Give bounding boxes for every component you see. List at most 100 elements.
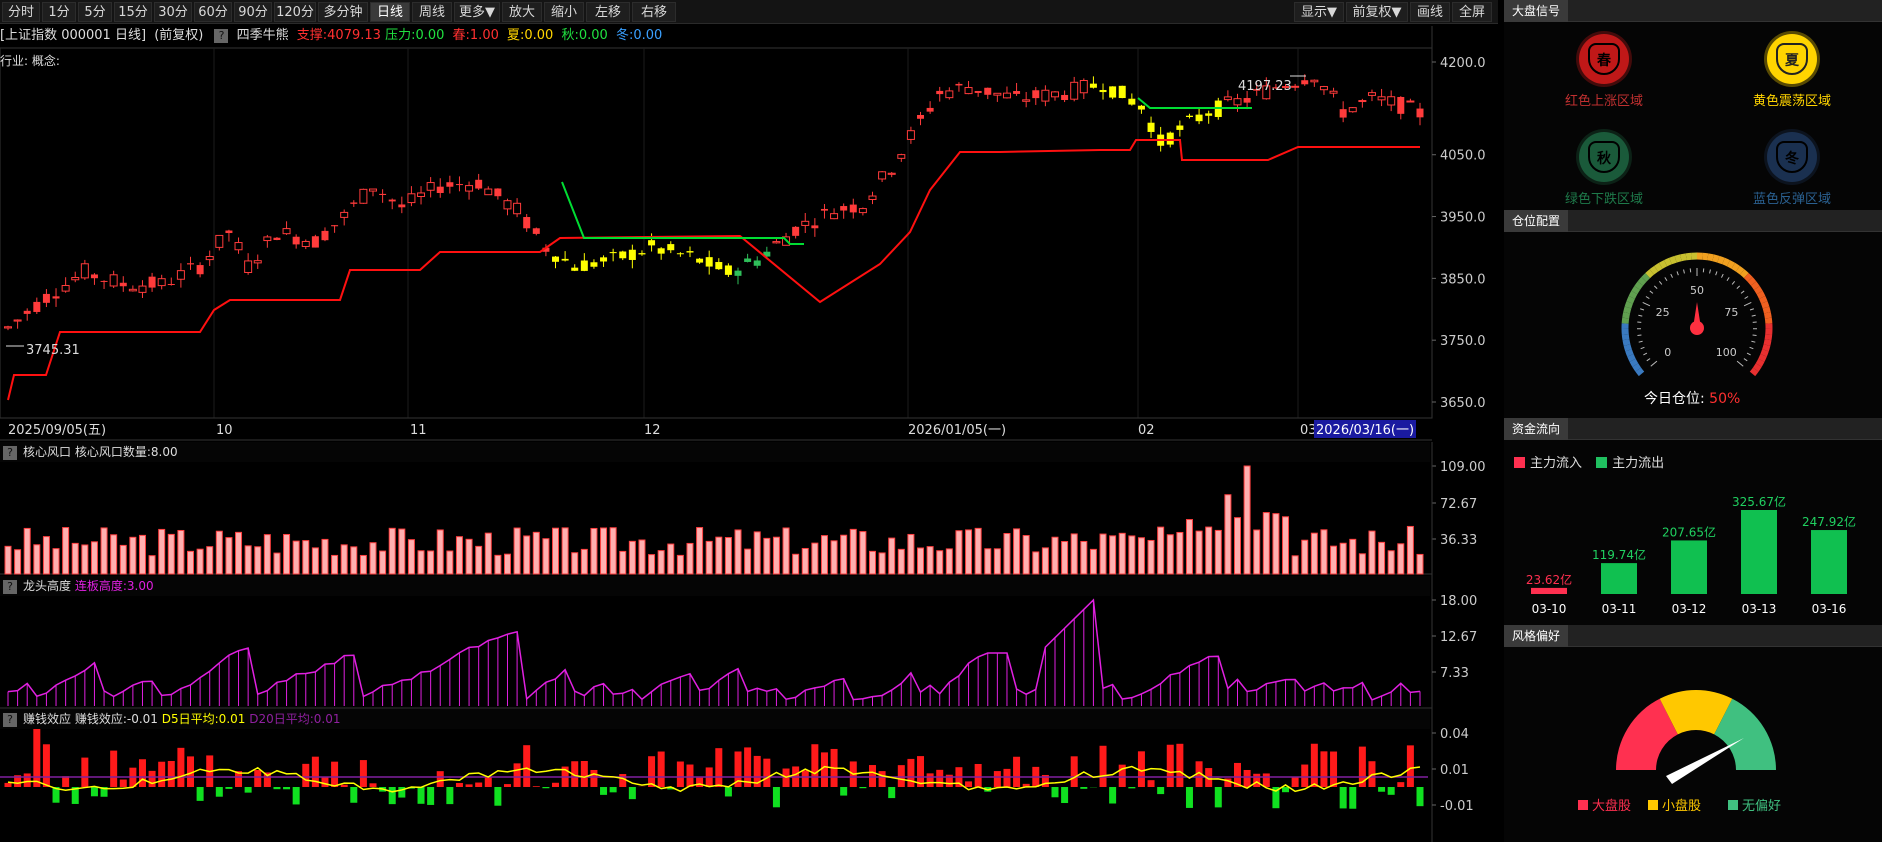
d5-value: D5日平均:0.01 (161, 712, 246, 726)
hot-bar (1387, 550, 1395, 575)
profit-bar (648, 756, 656, 787)
panel-title: 核心风口 (23, 445, 72, 459)
style-legend-label: 无偏好 (1742, 799, 1781, 814)
hot-bar (609, 527, 617, 575)
candle-body (215, 234, 224, 248)
hot-bar (138, 534, 146, 575)
gauge-tick (1638, 340, 1643, 343)
hot-bar (1282, 516, 1290, 575)
hot-bar (407, 539, 415, 575)
profit-bar (1051, 787, 1059, 798)
hot-bar (993, 548, 1001, 575)
profit-bar (1416, 787, 1424, 807)
hot-bar (849, 528, 857, 575)
candle-body (109, 274, 118, 287)
profit-bar (811, 744, 819, 787)
hot-bar (1320, 529, 1328, 575)
profit-bar (1291, 777, 1299, 787)
gauge-arc (1625, 349, 1634, 357)
hot-bar (513, 527, 521, 575)
gauge-arc (1621, 317, 1630, 324)
gauge-tick (1653, 285, 1658, 290)
candle-body (494, 188, 502, 197)
profit-bar (840, 787, 848, 796)
gauge-arc (1641, 272, 1651, 282)
hot-bar (331, 554, 339, 575)
season-shield-icon: 秋 (1579, 132, 1629, 182)
help-icon[interactable]: ? (3, 713, 17, 727)
gauge-arc (1763, 339, 1772, 346)
gauge-arc (1702, 252, 1709, 261)
profit-bar (686, 764, 694, 787)
candles (4, 74, 1424, 331)
hot-bar (90, 541, 98, 575)
hot-bar (148, 555, 156, 575)
candle-body (90, 274, 98, 279)
hot-bar (33, 544, 41, 575)
candle-body (1397, 96, 1405, 114)
help-icon[interactable]: ? (3, 580, 17, 594)
hot-bar (1214, 529, 1222, 575)
profit-bar (167, 760, 175, 787)
hot-bar (1109, 535, 1117, 575)
candle-body (974, 90, 982, 93)
hot-bar (859, 531, 867, 575)
profit-bar (552, 782, 560, 787)
candle-body (157, 278, 166, 287)
hot-bar (542, 538, 550, 575)
style-header: 风格偏好 (1504, 625, 1882, 647)
hot-bar (974, 527, 982, 575)
hot-bar (388, 527, 396, 575)
hot-bar (523, 535, 531, 575)
candle-body (234, 242, 243, 251)
gauge-tick (1744, 296, 1749, 300)
gauge-tick (1664, 277, 1668, 281)
candle-body (311, 236, 319, 248)
panel-header-hot: ? 核心风口 核心风口数量:8.00 (0, 442, 1430, 462)
profit-bar (1301, 764, 1309, 787)
candle-body (561, 258, 569, 261)
candle-body (724, 265, 732, 275)
hot-bar (811, 542, 819, 575)
gauge-tick-label: 50 (1690, 284, 1704, 297)
hot-bar (225, 537, 233, 575)
hot-bar (1157, 526, 1165, 575)
profit-bar (1080, 787, 1088, 789)
hot-bar (532, 531, 540, 575)
profit-bar (859, 787, 867, 789)
today-position-label: 今日仓位: (1644, 391, 1705, 407)
hot-bar (648, 554, 656, 575)
hot-bar (359, 554, 367, 575)
profit-bar (993, 771, 1001, 787)
hot-bar (1233, 517, 1241, 575)
gauge-arc (1626, 295, 1636, 304)
profit-bar (1061, 787, 1069, 804)
hot-bar (686, 542, 694, 575)
candle-body (301, 240, 310, 247)
candle-body (350, 202, 358, 204)
gauge-tick (1645, 296, 1650, 300)
hot-bar (1147, 539, 1155, 575)
price-tick-label: 3650.0 (1440, 396, 1486, 411)
gauge-arc (1764, 317, 1773, 324)
profit-bar (158, 761, 166, 787)
hot-bar (830, 540, 838, 575)
help-icon[interactable]: ? (3, 446, 17, 460)
candle-body (1339, 109, 1347, 118)
hot-bar (110, 534, 118, 575)
profit-bar (42, 744, 50, 787)
profit-bar (321, 777, 329, 787)
candle-body (167, 283, 175, 285)
season-shield-icon: 夏 (1767, 34, 1817, 84)
candle-body (331, 225, 339, 227)
candle-body (1223, 96, 1232, 101)
candle-body (436, 186, 444, 193)
gauge-tick (1683, 269, 1685, 274)
profit-bar (657, 751, 665, 787)
gauge-arc (1680, 253, 1687, 262)
candle-body (1406, 100, 1415, 103)
hot-bar (1022, 535, 1030, 575)
hot-bar (878, 552, 886, 575)
profit-bar (503, 784, 511, 787)
candle-body (455, 184, 463, 186)
